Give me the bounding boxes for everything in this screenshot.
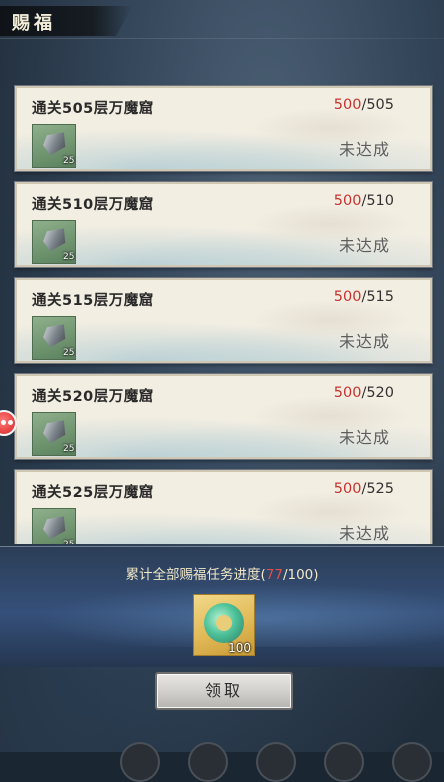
progress-current: 500 — [333, 193, 362, 209]
total-progress-prefix: 累计全部赐福任务进度( — [125, 567, 266, 583]
task-card: 通关515层万魔窟 500/515 25 未达成 — [15, 278, 432, 363]
progress-total: /515 — [361, 289, 394, 305]
summary-panel: 累计全部赐福任务进度(77/100) 100 — [0, 546, 444, 667]
dock-button[interactable] — [256, 742, 296, 782]
task-progress: 500/515 — [334, 289, 394, 305]
task-card: 通关510层万魔窟 500/510 25 未达成 — [15, 182, 432, 267]
reward-count: 25 — [63, 348, 75, 358]
reward-slot[interactable]: 25 — [32, 220, 76, 264]
reward-count: 25 — [63, 444, 75, 454]
task-card: 通关505层万魔窟 500/505 25 未达成 — [15, 86, 432, 171]
task-title: 通关505层万魔窟 — [32, 101, 154, 117]
task-progress: 500/520 — [334, 385, 394, 401]
progress-current: 500 — [333, 385, 362, 401]
jade-pendant-icon — [204, 603, 244, 643]
progress-total: /510 — [361, 193, 394, 209]
stone-icon — [40, 513, 69, 540]
reward-slot[interactable]: 25 — [32, 124, 76, 168]
task-card: 通关520层万魔窟 500/520 25 未达成 — [15, 374, 432, 459]
task-progress: 500/505 — [334, 97, 394, 113]
task-title: 通关515层万魔窟 — [32, 293, 154, 309]
dock-button[interactable] — [324, 742, 364, 782]
task-status: 未达成 — [338, 332, 390, 351]
progress-current: 500 — [333, 481, 362, 497]
dock-button[interactable] — [392, 742, 432, 782]
stone-icon — [40, 129, 69, 156]
total-progress-current: 77 — [265, 567, 283, 583]
total-progress-total: /100) — [282, 567, 319, 583]
progress-total: /505 — [361, 97, 394, 113]
claim-button[interactable]: 领取 — [155, 672, 293, 710]
progress-current: 500 — [333, 289, 362, 305]
task-title: 通关520层万魔窟 — [32, 389, 154, 405]
dock-button[interactable] — [188, 742, 228, 782]
divider — [0, 38, 444, 39]
task-title: 通关510层万魔窟 — [32, 197, 154, 213]
task-list[interactable]: 通关505层万魔窟 500/505 25 未达成 通关510层万魔窟 500/5… — [0, 84, 444, 544]
dock-button[interactable] — [120, 742, 160, 782]
page-title: 赐福 — [12, 13, 56, 34]
task-progress: 500/510 — [334, 193, 394, 209]
stone-icon — [40, 417, 69, 444]
task-status: 未达成 — [338, 140, 390, 159]
reward-count: 25 — [63, 540, 74, 544]
reward-slot[interactable]: 25 — [32, 316, 76, 360]
progress-current: 500 — [333, 97, 362, 113]
progress-total: /520 — [361, 385, 394, 401]
reward-slot[interactable]: 25 — [32, 508, 76, 544]
total-progress-label: 累计全部赐福任务进度(77/100) — [0, 563, 444, 583]
task-status: 未达成 — [338, 428, 390, 447]
reward-count: 25 — [63, 252, 75, 262]
task-card: 通关525层万魔窟 500/525 25 未达成 — [15, 470, 432, 544]
task-title: 通关525层万魔窟 — [32, 485, 154, 501]
progress-total: /525 — [361, 481, 394, 497]
reward-slot[interactable]: 25 — [32, 412, 76, 456]
final-reward-slot[interactable]: 100 — [193, 594, 255, 656]
final-reward-count: 100 — [228, 641, 251, 655]
stone-icon — [40, 225, 69, 252]
task-status: 未达成 — [338, 524, 390, 543]
task-progress: 500/525 — [334, 481, 394, 497]
stone-icon — [40, 321, 69, 348]
reward-count: 25 — [63, 156, 75, 166]
task-status: 未达成 — [338, 236, 390, 255]
